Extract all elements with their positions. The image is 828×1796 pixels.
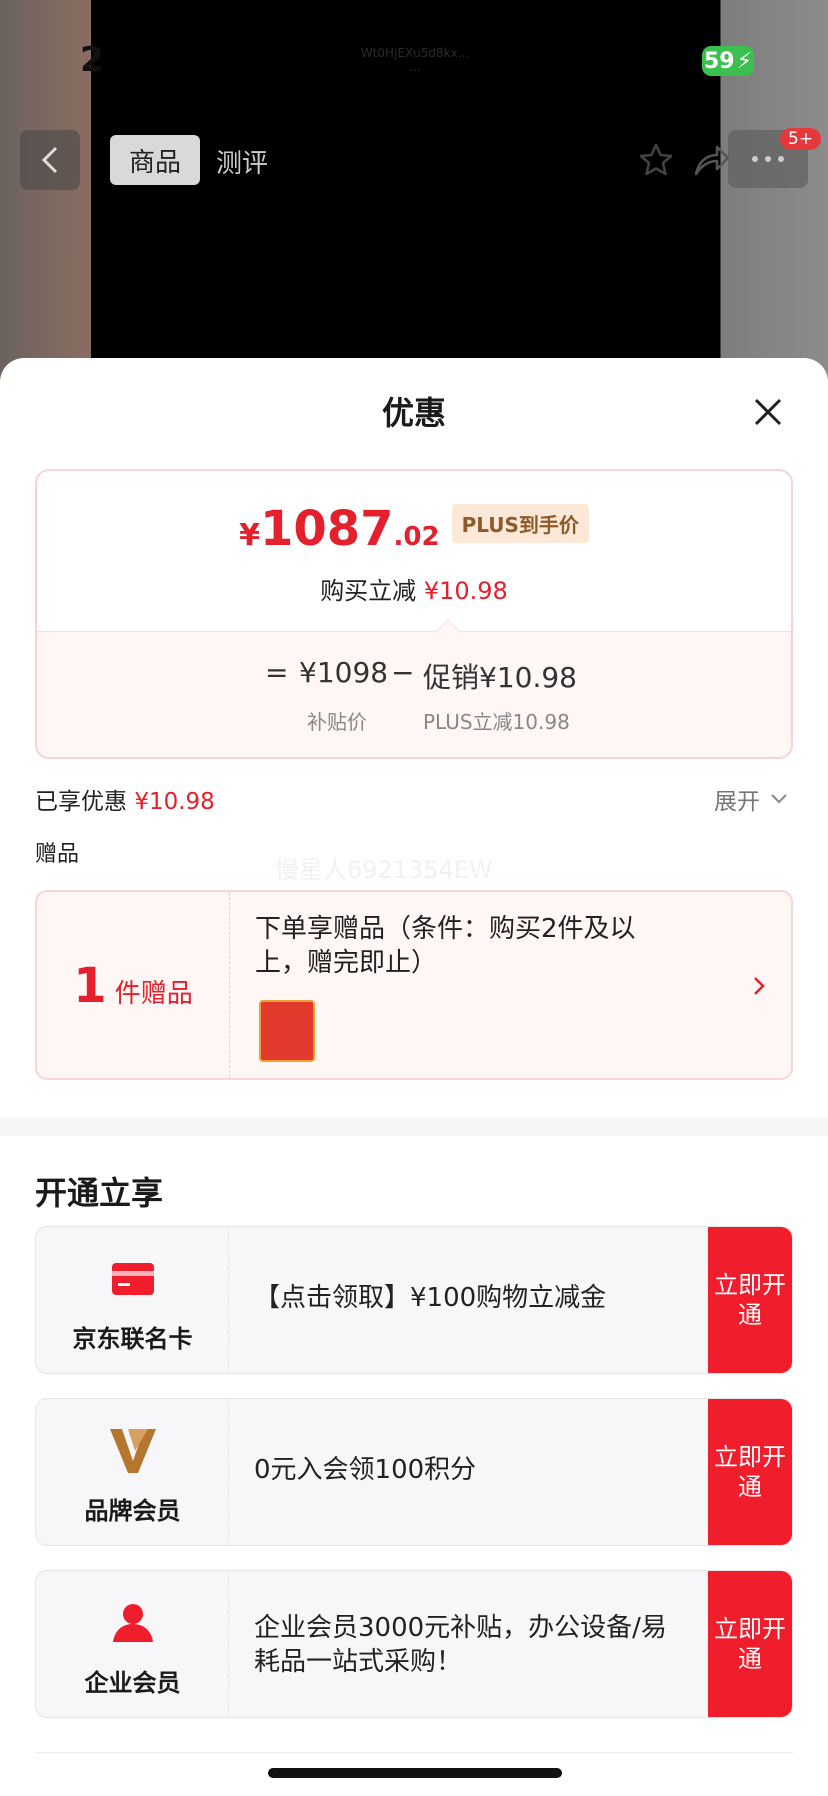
gift-label: 赠品	[35, 842, 80, 867]
reduce-label: 购买立减	[320, 577, 417, 605]
member-card-brand[interactable]: 品牌会员 0元入会领100积分 立即开通	[35, 1398, 793, 1546]
final-price: ¥ 1087 .02 PLUS到手价	[37, 501, 791, 557]
status-time: 2	[80, 40, 104, 80]
open-section-title: 开通立享	[35, 1174, 164, 1212]
charging-icon: ⚡	[736, 48, 753, 74]
back-button[interactable]	[20, 130, 80, 190]
member-card-jd-card[interactable]: 京东联名卡 【点击领取】¥100购物立减金 立即开通	[35, 1226, 793, 1374]
promo-amount: 促销¥10.98	[423, 661, 577, 694]
battery-level: 59	[703, 48, 735, 74]
chevron-down-icon	[771, 794, 787, 804]
member-card-enterprise[interactable]: 企业会员 企业会员3000元补贴，办公设备/易耗品一站式采购！ 立即开通	[35, 1570, 793, 1718]
member-name: 品牌会员	[84, 1497, 181, 1525]
star-icon	[639, 143, 673, 176]
plus-price-tag: PLUS到手价	[451, 503, 589, 543]
price-decimal: .02	[393, 522, 440, 552]
gift-image	[259, 1000, 315, 1062]
enjoyed-label: 已享优惠	[35, 789, 127, 815]
gift-condition: 下单享赠品（条件：购买2件及以上，赠完即止）	[255, 914, 636, 978]
expand-label: 展开	[714, 789, 760, 815]
share-icon	[694, 145, 730, 176]
message-badge: 5+	[780, 128, 822, 150]
gift-count: 1 件赠品	[37, 892, 230, 1078]
gift-count-number: 1	[73, 958, 107, 1014]
watermark: 慢星人6921354EW	[275, 856, 493, 884]
enjoyed-amount: ¥10.98	[134, 789, 215, 815]
purchase-reduction: 购买立减 ¥10.98	[37, 571, 791, 606]
section-divider	[0, 1118, 828, 1136]
open-now-button[interactable]: 立即开通	[708, 1227, 792, 1373]
open-now-button[interactable]: 立即开通	[708, 1571, 792, 1717]
gift-count-unit: 件赠品	[114, 979, 193, 1009]
home-indicator	[268, 1768, 562, 1778]
reduce-amount: ¥10.98	[423, 577, 508, 605]
member-desc: 企业会员3000元补贴，办公设备/易耗品一站式采购！	[254, 1613, 667, 1677]
promo-label: PLUS立减10.98	[423, 710, 570, 734]
v-logo-icon	[108, 1427, 158, 1475]
partial-section-title: 特价推荐	[35, 1788, 163, 1796]
battery-indicator: 59 ⚡	[702, 46, 754, 76]
price-card: ¥ 1087 .02 PLUS到手价 购买立减 ¥10.98 = ¥1098 −…	[35, 469, 793, 759]
bottom-divider	[35, 1752, 793, 1753]
person-icon	[108, 1599, 158, 1647]
member-name: 京东联名卡	[72, 1325, 193, 1353]
more-dots-icon	[752, 156, 784, 162]
member-desc: 【点击领取】¥100购物立减金	[254, 1283, 607, 1313]
member-name: 企业会员	[84, 1669, 181, 1697]
member-desc: 0元入会领100积分	[254, 1455, 477, 1485]
back-arrow-icon	[41, 146, 58, 174]
price-breakdown: = ¥1098 − 促销¥10.98 补贴价 PLUS立减10.98	[37, 631, 791, 757]
close-icon[interactable]	[750, 394, 786, 430]
card-icon	[108, 1255, 158, 1303]
tab-goods[interactable]: 商品	[110, 135, 200, 185]
sheet-title: 优惠	[381, 394, 446, 432]
chevron-right-icon	[754, 977, 765, 995]
discount-sheet: 优惠 ¥ 1087 .02 PLUS到手价 购买立减 ¥10.98 = ¥109…	[0, 358, 828, 1796]
tab-review[interactable]: 测评	[216, 143, 268, 180]
status-center-text: Wt0HjEXu5d8kx... ...	[360, 46, 470, 74]
equals-sign: =	[265, 656, 289, 689]
base-price-label: 补贴价	[307, 710, 367, 734]
base-price: ¥1098	[299, 656, 389, 689]
open-now-button[interactable]: 立即开通	[708, 1399, 792, 1545]
minus-sign: −	[391, 656, 415, 689]
favorite-button[interactable]	[634, 138, 678, 182]
currency-symbol: ¥	[239, 518, 260, 553]
price-integer: 1087	[259, 501, 394, 557]
expand-button[interactable]: 展开	[714, 782, 788, 816]
gift-card[interactable]: 1 件赠品 下单享赠品（条件：购买2件及以上，赠完即止）	[35, 890, 793, 1080]
enjoyed-discount: 已享优惠 ¥10.98	[35, 782, 215, 816]
